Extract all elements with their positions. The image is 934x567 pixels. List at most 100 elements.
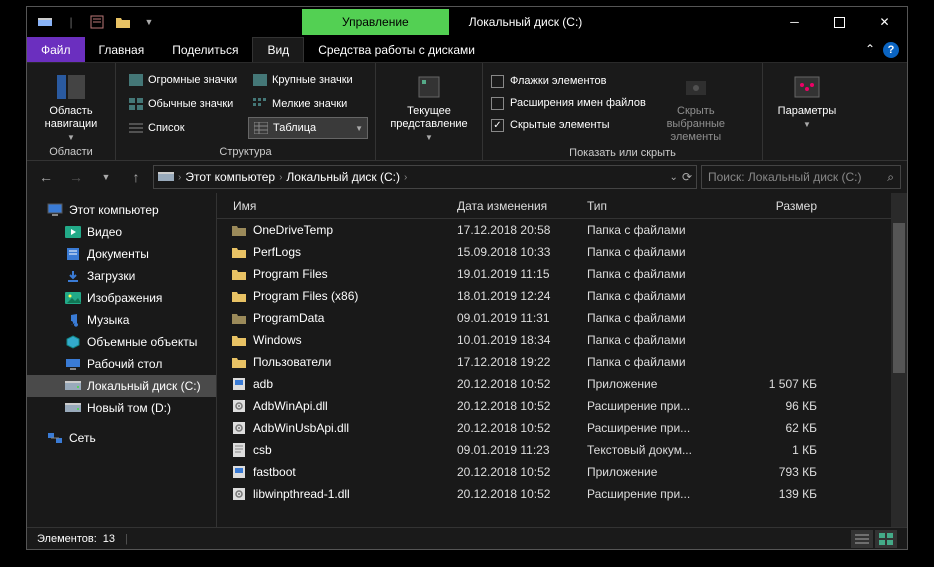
current-view-button[interactable]: Текущее представление ▼ <box>384 67 474 143</box>
file-row[interactable]: PerfLogs15.09.2018 10:33Папка с файлами <box>217 241 907 263</box>
file-type: Папка с файлами <box>587 333 737 347</box>
forward-button[interactable]: → <box>63 164 89 190</box>
layout-list[interactable]: Список <box>124 117 244 139</box>
status-bar: Элементов: 13 | <box>27 527 907 549</box>
column-headers[interactable]: Имя Дата изменения Тип Размер <box>217 193 907 219</box>
file-type: Папка с файлами <box>587 245 737 259</box>
layout-small[interactable]: Мелкие значки <box>248 93 368 115</box>
tab-share[interactable]: Поделиться <box>158 37 252 62</box>
group-layout-label: Структура <box>124 144 367 158</box>
tree-this-pc[interactable]: Этот компьютер <box>27 199 216 221</box>
minimize-button[interactable]: ─ <box>772 7 817 37</box>
file-date: 20.12.2018 10:52 <box>457 487 587 501</box>
file-row[interactable]: fastboot20.12.2018 10:52Приложение793 КБ <box>217 461 907 483</box>
chevron-right-icon[interactable]: › <box>279 172 282 183</box>
tree-item[interactable]: Изображения <box>27 287 216 309</box>
col-date[interactable]: Дата изменения <box>457 199 587 213</box>
file-row[interactable]: adb20.12.2018 10:52Приложение1 507 КБ <box>217 373 907 395</box>
checkbox-hidden[interactable]: ✓Скрытые элементы <box>491 115 646 135</box>
file-row[interactable]: Пользователи17.12.2018 19:22Папка с файл… <box>217 351 907 373</box>
view-details-icon[interactable] <box>851 530 873 548</box>
txt-icon <box>231 442 247 458</box>
tree-item[interactable]: Видео <box>27 221 216 243</box>
file-row[interactable]: csb09.01.2019 11:23Текстовый докум...1 К… <box>217 439 907 461</box>
file-row[interactable]: libwinpthread-1.dll20.12.2018 10:52Расши… <box>217 483 907 505</box>
properties-icon[interactable] <box>89 14 105 30</box>
context-tab-manage[interactable]: Управление <box>302 9 449 35</box>
file-date: 09.01.2019 11:23 <box>457 443 587 457</box>
view-thumbnails-icon[interactable] <box>875 530 897 548</box>
ribbon: Область навигации ▼ Области Огромные зна… <box>27 63 907 161</box>
window-title: Локальный диск (C:) <box>449 15 583 29</box>
search-input[interactable]: Поиск: Локальный диск (C:) ⌕ <box>701 165 901 189</box>
file-type: Расширение при... <box>587 399 737 413</box>
file-row[interactable]: AdbWinApi.dll20.12.2018 10:52Расширение … <box>217 395 907 417</box>
tree-item-label: Локальный диск (C:) <box>87 379 201 393</box>
desktop-icon <box>65 356 81 372</box>
exe-icon <box>231 376 247 392</box>
ribbon-tabs: Файл Главная Поделиться Вид Средства раб… <box>27 37 907 63</box>
chevron-right-icon[interactable]: › <box>404 172 407 183</box>
refresh-icon[interactable]: ⟳ <box>682 170 692 184</box>
tree-item[interactable]: Документы <box>27 243 216 265</box>
navigation-pane-button[interactable]: Область навигации ▼ <box>35 67 107 143</box>
file-row[interactable]: Program Files (x86)18.01.2019 12:24Папка… <box>217 285 907 307</box>
folder-icon <box>231 288 247 304</box>
qat-dropdown-icon[interactable]: ▼ <box>141 14 157 30</box>
tree-item[interactable]: Объемные объекты <box>27 331 216 353</box>
tree-item[interactable]: Загрузки <box>27 265 216 287</box>
tree-item[interactable]: Музыка <box>27 309 216 331</box>
file-row[interactable]: ProgramData09.01.2019 11:31Папка с файла… <box>217 307 907 329</box>
checkbox-extensions[interactable]: Расширения имен файлов <box>491 93 646 113</box>
options-button[interactable]: Параметры ▼ <box>771 67 843 130</box>
address-bar-row: ← → ▼ ↑ › Этот компьютер › Локальный дис… <box>27 161 907 193</box>
layout-huge[interactable]: Огромные значки <box>124 69 244 91</box>
tab-file[interactable]: Файл <box>27 37 85 62</box>
layout-large[interactable]: Крупные значки <box>248 69 368 91</box>
address-dropdown-icon[interactable]: ⌄ <box>670 172 678 183</box>
scrollbar[interactable] <box>891 193 907 527</box>
recent-button[interactable]: ▼ <box>93 164 119 190</box>
tab-disk-tools[interactable]: Средства работы с дисками <box>304 37 489 62</box>
3d-icon <box>65 334 81 350</box>
checkbox-item-checkboxes[interactable]: Флажки элементов <box>491 71 646 91</box>
search-placeholder: Поиск: Локальный диск (C:) <box>708 170 881 184</box>
up-button[interactable]: ↑ <box>123 164 149 190</box>
tab-main[interactable]: Главная <box>85 37 159 62</box>
col-name[interactable]: Имя <box>217 199 457 213</box>
layout-normal[interactable]: Обычные значки <box>124 93 244 115</box>
maximize-button[interactable] <box>817 7 862 37</box>
file-row[interactable]: AdbWinUsbApi.dll20.12.2018 10:52Расширен… <box>217 417 907 439</box>
breadcrumb[interactable]: Этот компьютер <box>185 170 275 184</box>
file-name: libwinpthread-1.dll <box>253 487 457 501</box>
tree-item[interactable]: Локальный диск (C:) <box>27 375 216 397</box>
back-button[interactable]: ← <box>33 164 59 190</box>
address-bar[interactable]: › Этот компьютер › Локальный диск (C:) ›… <box>153 165 697 189</box>
hide-selected-button[interactable]: Скрыть выбранные элементы <box>656 67 736 145</box>
dll-icon <box>231 398 247 414</box>
file-row[interactable]: OneDriveTemp17.12.2018 20:58Папка с файл… <box>217 219 907 241</box>
new-folder-icon[interactable] <box>115 14 131 30</box>
file-row[interactable]: Program Files19.01.2019 11:15Папка с фай… <box>217 263 907 285</box>
collapse-ribbon-button[interactable]: ⌃ <box>857 37 883 62</box>
breadcrumb[interactable]: Локальный диск (C:) <box>286 170 400 184</box>
scrollbar-thumb[interactable] <box>893 223 905 373</box>
layout-table[interactable]: Таблица▼ <box>248 117 368 139</box>
tree-item[interactable]: Новый том (D:) <box>27 397 216 419</box>
search-icon[interactable]: ⌕ <box>887 170 894 185</box>
dll-icon <box>231 486 247 502</box>
tree-item[interactable]: Рабочий стол <box>27 353 216 375</box>
navigation-tree[interactable]: Этот компьютер ВидеоДокументыЗагрузкиИзо… <box>27 193 217 527</box>
close-button[interactable]: ✕ <box>862 7 907 37</box>
tree-network[interactable]: Сеть <box>27 427 216 449</box>
file-date: 20.12.2018 10:52 <box>457 399 587 413</box>
chevron-right-icon[interactable]: › <box>178 172 181 183</box>
col-size[interactable]: Размер <box>737 199 837 213</box>
file-row[interactable]: Windows10.01.2019 18:34Папка с файлами <box>217 329 907 351</box>
tree-item-label: Музыка <box>87 313 129 327</box>
status-count-label: Элементов: <box>37 533 97 545</box>
tab-view[interactable]: Вид <box>252 37 304 62</box>
col-type[interactable]: Тип <box>587 199 737 213</box>
help-icon[interactable]: ? <box>883 42 899 58</box>
file-type: Папка с файлами <box>587 355 737 369</box>
